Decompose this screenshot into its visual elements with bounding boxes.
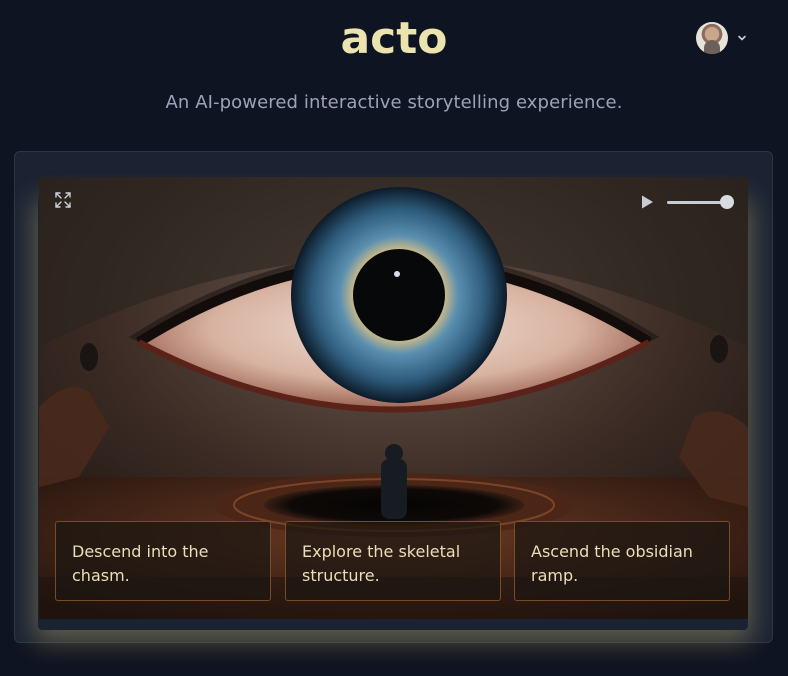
choice-button-2[interactable]: Explore the skeletal structure. [285,521,501,601]
choice-label: Descend into the chasm. [72,542,209,585]
tagline: An AI-powered interactive storytelling e… [165,92,623,113]
user-menu[interactable] [696,22,748,54]
play-icon[interactable] [639,194,655,210]
choice-button-3[interactable]: Ascend the obsidian ramp. [514,521,730,601]
user-avatar[interactable] [696,22,728,54]
expand-icon[interactable] [54,191,72,209]
choice-button-1[interactable]: Descend into the chasm. [55,521,271,601]
volume-slider[interactable] [667,195,734,209]
story-scene: Descend into the chasm. Explore the skel… [39,177,748,619]
choice-label: Ascend the obsidian ramp. [531,542,693,585]
choice-label: Explore the skeletal structure. [302,542,461,585]
app-page: acto An AI-powered interactive storytell… [0,0,788,676]
volume-track[interactable] [667,201,727,204]
logo[interactable]: acto [0,13,788,65]
chevron-down-icon[interactable] [736,32,748,44]
volume-thumb[interactable] [720,195,734,209]
